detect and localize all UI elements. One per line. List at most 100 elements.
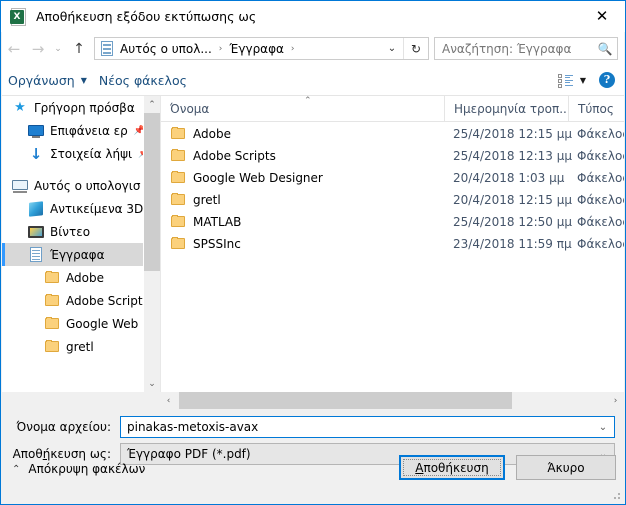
column-header-name-label: Όνομα	[170, 102, 210, 116]
folder-icon	[170, 214, 186, 230]
sidebar-item-6[interactable]: Βίντεο	[2, 220, 143, 243]
file-name-label: Adobe Scripts	[193, 149, 276, 163]
column-header-type-label: Τύπος	[578, 102, 614, 116]
search-input[interactable]: Αναζήτηση: Έγγραφα 🔍	[434, 37, 618, 60]
breadcrumb-item-0[interactable]: Αυτός ο υπολ...	[118, 42, 214, 56]
folder-icon	[170, 236, 186, 252]
file-type-cell: Φάκελος αρχ	[577, 171, 624, 185]
resize-grip[interactable]	[610, 489, 620, 499]
sidebar-item-label: Αυτός ο υπολογισ	[34, 178, 141, 193]
scroll-up-icon[interactable]: ⌃	[144, 96, 160, 113]
breadcrumb-separator-1[interactable]: ›	[286, 44, 300, 54]
title-bar: X Αποθήκευση εξόδου εκτύπωσης ως ✕	[1, 1, 625, 32]
command-bar: Οργάνωση ▼ Νέος φάκελος ▼ ?	[2, 65, 624, 96]
chevron-down-icon[interactable]: ⌄	[592, 422, 614, 433]
navigation-tree: ★ Γρήγορη πρόσβα Επιφάνεια ερ 📌 ↓ Στοιχεία λή…	[2, 96, 143, 392]
quick-access-star-icon: ★	[14, 99, 26, 115]
sidebar-item-9[interactable]: Adobe Scripts	[2, 289, 143, 312]
back-button[interactable]: ←	[2, 37, 26, 61]
up-button[interactable]: ↑	[66, 37, 92, 61]
folder-icon	[44, 316, 60, 332]
filetype-label-pre: Αποθ	[12, 447, 43, 461]
file-name-label: Google Web Designer	[193, 171, 323, 185]
cancel-button[interactable]: Άκυρο	[516, 455, 616, 480]
save-button[interactable]: Αποθήκευση	[399, 455, 505, 480]
new-folder-button[interactable]: Νέος φάκελος	[93, 68, 193, 92]
help-button[interactable]: ?	[590, 72, 624, 88]
file-name-cell: SPSSInc	[161, 236, 444, 252]
help-icon: ?	[599, 72, 615, 88]
this-pc-icon	[12, 178, 28, 194]
sidebar-item-5[interactable]: Αντικείμενα 3D	[2, 197, 143, 220]
filename-label: Όνομα αρχείου:	[16, 420, 112, 434]
sidebar-item-7[interactable]: Έγγραφα	[2, 243, 143, 266]
sidebar-item-0[interactable]: ★ Γρήγορη πρόσβα	[2, 96, 143, 119]
table-row[interactable]: SPSSInc 23/4/2018 11:59 πμ Φάκελος αρχ	[161, 233, 624, 255]
file-name-label: MATLAB	[193, 215, 242, 229]
sidebar-item-label: gretl	[66, 339, 94, 354]
filename-row: Όνομα αρχείου: pinakas-metoxis-avax ⌄	[2, 416, 624, 438]
file-type-cell: Φάκελος αρχ	[577, 215, 624, 229]
table-row[interactable]: MATLAB 25/4/2018 12:50 μμ Φάκελος αρχ	[161, 211, 624, 233]
pin-icon[interactable]: 📌	[134, 126, 143, 136]
table-row[interactable]: gretl 20/4/2018 12:15 μμ Φάκελος αρχ	[161, 189, 624, 211]
refresh-icon[interactable]: ↻	[404, 42, 428, 56]
column-header-name[interactable]: ⌃ Όνομα	[161, 96, 444, 121]
scroll-right-icon[interactable]: ›	[607, 392, 624, 409]
sidebar-item-2[interactable]: ↓Στοιχεία λήψι📌	[2, 142, 143, 165]
navigation-pane: ★ Γρήγορη πρόσβα Επιφάνεια ερ 📌 ↓ Στοιχεία λή…	[2, 96, 160, 392]
sidebar-item-10[interactable]: Google Web De	[2, 312, 143, 335]
save-form: Όνομα αρχείου: pinakas-metoxis-avax ⌄ Απ…	[2, 409, 624, 503]
column-header-type[interactable]: Τύπος	[568, 96, 624, 121]
folder-icon	[44, 339, 60, 355]
sidebar-item-label: Βίντεο	[50, 224, 91, 239]
chevron-down-icon: ▼	[579, 75, 586, 85]
table-row[interactable]: Adobe 25/4/2018 12:15 μμ Φάκελος αρχ	[161, 123, 624, 145]
scroll-down-icon[interactable]: ⌄	[144, 375, 160, 392]
filename-input[interactable]: pinakas-metoxis-avax ⌄	[120, 416, 615, 438]
recent-locations-button[interactable]: ⌄	[50, 37, 66, 61]
file-date-cell: 20/4/2018 1:03 μμ	[453, 171, 565, 185]
file-date-cell: 25/4/2018 12:13 μμ	[453, 149, 573, 163]
file-list-pane: ⌃ Όνομα Ημερομηνία τροπ... Τύπος Adobe 25…	[160, 96, 624, 392]
filename-value: pinakas-metoxis-avax	[121, 420, 592, 434]
change-view-button[interactable]: ▼	[554, 68, 590, 92]
column-header-date[interactable]: Ημερομηνία τροπ...	[444, 96, 568, 121]
documents-icon	[28, 246, 44, 263]
scroll-left-icon[interactable]: ‹	[160, 392, 177, 409]
address-bar[interactable]: Αυτός ο υπολ... › Έγγραφα › ⌄ ↻	[94, 37, 429, 60]
table-row[interactable]: Adobe Scripts 25/4/2018 12:13 μμ Φάκελος α…	[161, 145, 624, 167]
forward-button[interactable]: →	[26, 37, 50, 61]
sidebar-item-11[interactable]: gretl	[2, 335, 143, 358]
sidebar-item-4[interactable]: Αυτός ο υπολογισ	[2, 174, 143, 197]
file-list-horizontal-scrollbar[interactable]: ‹ ›	[160, 392, 624, 409]
filetype-label-post: κευση ως:	[50, 447, 111, 461]
file-name-cell: Adobe Scripts	[161, 148, 444, 164]
breadcrumb-separator-0[interactable]: ›	[214, 44, 228, 54]
search-icon[interactable]: 🔍	[593, 42, 617, 56]
sidebar-item-label: Γρήγορη πρόσβα	[34, 100, 135, 115]
navigation-scrollbar[interactable]: ⌃ ⌄	[143, 96, 160, 392]
window-title: Αποθήκευση εξόδου εκτύπωσης ως	[36, 9, 257, 24]
sidebar-item-8[interactable]: Adobe	[2, 266, 143, 289]
breadcrumb-item-1[interactable]: Έγγραφα	[227, 42, 286, 56]
file-rows: Adobe25/4/2018 12:15 μμΦάκελος αρχ Adobe …	[161, 123, 624, 392]
sidebar-item-label: Αντικείμενα 3D	[50, 201, 143, 216]
column-header-date-label: Ημερομηνία τροπ...	[454, 102, 568, 116]
new-folder-label: Νέος φάκελος	[98, 72, 187, 88]
view-layout-icon	[557, 73, 573, 88]
table-row[interactable]: Google Web Designer 20/4/2018 1:03 μμ Φάκε…	[161, 167, 624, 189]
chevron-down-icon[interactable]: ⌄	[381, 43, 403, 54]
excel-document-icon: X	[10, 7, 28, 26]
folder-icon	[44, 293, 60, 309]
hide-folders-toggle[interactable]: ⌃ Απόκρυψη φακέλων	[12, 462, 145, 476]
scrollbar-thumb[interactable]	[144, 113, 160, 271]
file-date-cell: 25/4/2018 12:50 μμ	[453, 215, 573, 229]
organize-button[interactable]: Οργάνωση ▼	[2, 68, 93, 92]
column-headers: ⌃ Όνομα Ημερομηνία τροπ... Τύπος	[161, 96, 624, 122]
hscrollbar-thumb[interactable]	[179, 392, 512, 409]
sidebar-item-label: Google Web De	[66, 316, 143, 331]
cancel-button-label: Άκυρο	[547, 460, 585, 475]
sidebar-item-1[interactable]: Επιφάνεια ερ 📌	[2, 119, 143, 142]
close-icon[interactable]: ✕	[579, 1, 625, 32]
